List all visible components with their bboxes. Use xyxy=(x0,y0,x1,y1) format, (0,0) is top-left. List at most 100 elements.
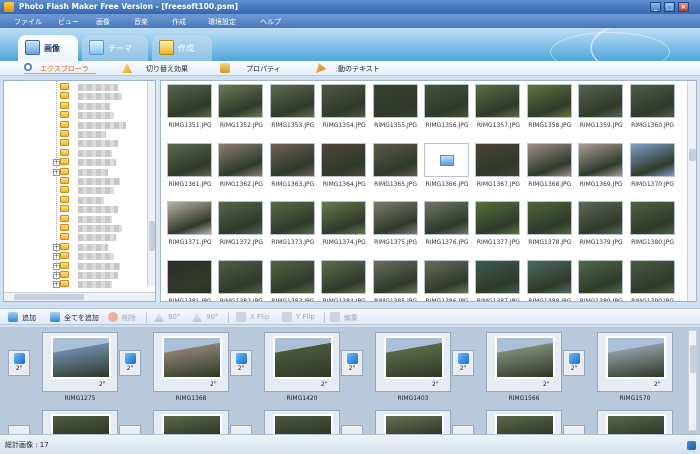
tree-folder-item[interactable] xyxy=(54,101,154,111)
transition-slot[interactable] xyxy=(119,425,141,434)
y-flip-button[interactable]: Y Flip xyxy=(282,312,320,323)
tree-folder-item[interactable] xyxy=(54,224,154,233)
tree-folder-item[interactable]: + xyxy=(53,158,154,167)
tree-folder-item[interactable]: + xyxy=(53,242,154,252)
storyboard-slide[interactable] xyxy=(264,410,340,434)
thumbnail-item[interactable]: RIMG1357.JPG xyxy=(471,82,521,140)
thumbnail-item[interactable]: RIMG1368.JPG xyxy=(523,141,573,199)
thumbnail-item[interactable]: RIMG1352.JPG xyxy=(214,82,264,140)
thumbnail-item[interactable]: RIMG1362.JPG xyxy=(214,141,264,199)
transition-slot[interactable] xyxy=(563,425,585,434)
tab-create[interactable]: 作成 xyxy=(152,35,212,61)
expand-icon[interactable]: + xyxy=(53,168,60,176)
expand-icon[interactable]: + xyxy=(53,243,60,251)
close-button[interactable]: × xyxy=(678,2,689,12)
thumbnail-item[interactable]: RIMG1389.JPG xyxy=(574,258,624,301)
tree-vertical-scrollbar[interactable] xyxy=(147,81,155,286)
transition-slot[interactable]: 2" xyxy=(119,350,141,376)
thumbnail-item[interactable]: RIMG1366.JPG xyxy=(420,141,470,199)
menu-create[interactable]: 作成 xyxy=(172,17,186,27)
tree-folder-item[interactable]: + xyxy=(53,271,154,280)
folder-tree[interactable]: + + + + + + + xyxy=(3,80,156,302)
delete-button[interactable]: 削除 xyxy=(108,312,142,323)
thumbnail-item[interactable]: RIMG1390.JPG xyxy=(626,258,676,301)
thumbnail-item[interactable]: RIMG1360.JPG xyxy=(626,82,676,140)
thumbnail-item[interactable]: RIMG1364.JPG xyxy=(317,141,367,199)
thumbnail-item[interactable]: RIMG1382.JPG xyxy=(214,258,264,301)
tree-folder-item[interactable]: + xyxy=(53,252,154,261)
menu-settings[interactable]: 環境設定 xyxy=(208,17,236,27)
scroll-thumb[interactable] xyxy=(149,221,155,251)
menu-file[interactable]: ファイル xyxy=(14,17,42,27)
transition-slot[interactable] xyxy=(230,425,252,434)
tree-folder-item[interactable]: + xyxy=(53,261,154,271)
storyboard-slide[interactable] xyxy=(597,410,673,434)
tree-folder-item[interactable] xyxy=(54,177,154,186)
expand-icon[interactable]: + xyxy=(53,253,60,261)
thumbnail-item[interactable]: RIMG1361.JPG xyxy=(163,141,213,199)
subtab-explorer[interactable]: エクスプローラ xyxy=(24,63,96,74)
thumbnail-item[interactable]: RIMG1384.JPG xyxy=(317,258,367,301)
thumbnail-item[interactable]: RIMG1379.JPG xyxy=(574,199,624,257)
tree-folder-item[interactable] xyxy=(54,233,154,242)
thumbnail-item[interactable]: RIMG1370.JPG xyxy=(626,141,676,199)
transition-slot[interactable]: 2" xyxy=(8,350,30,376)
thumbnail-item[interactable]: RIMG1387.JPG xyxy=(471,258,521,301)
tab-theme[interactable]: テーマ xyxy=(82,35,148,61)
tree-folder-item[interactable] xyxy=(54,111,154,120)
tree-horizontal-scrollbar[interactable] xyxy=(4,292,155,301)
storyboard-slide[interactable] xyxy=(42,410,118,434)
thumbnail-item[interactable]: RIMG1369.JPG xyxy=(574,141,624,199)
thumbnail-item[interactable]: RIMG1371.JPG xyxy=(163,199,213,257)
storyboard-slide[interactable]: 2" xyxy=(264,332,340,392)
resize-grip-icon[interactable] xyxy=(687,441,696,450)
storyboard-slide[interactable]: 2" xyxy=(153,332,229,392)
menu-image[interactable]: 画像 xyxy=(96,17,110,27)
tree-folder-item[interactable] xyxy=(54,120,154,130)
tree-folder-item[interactable] xyxy=(54,139,154,148)
tree-folder-item[interactable] xyxy=(54,130,154,139)
tree-folder-item[interactable] xyxy=(54,205,154,214)
thumbnail-item[interactable]: RIMG1356.JPG xyxy=(420,82,470,140)
add-all-button[interactable]: 全てを追加 xyxy=(50,312,102,323)
storyboard-slide[interactable] xyxy=(375,410,451,434)
maximize-button[interactable]: □ xyxy=(664,2,675,12)
subtab-text[interactable]: 動のテキスト xyxy=(316,63,396,74)
thumbnail-item[interactable]: RIMG1377.JPG xyxy=(471,199,521,257)
tab-image[interactable]: 画像 xyxy=(18,35,78,61)
thumbnail-item[interactable]: RIMG1373.JPG xyxy=(266,199,316,257)
thumbnail-item[interactable]: RIMG1358.JPG xyxy=(523,82,573,140)
transition-slot[interactable] xyxy=(8,425,30,434)
tree-folder-item[interactable] xyxy=(54,92,154,101)
transition-slot[interactable]: 2" xyxy=(341,350,363,376)
storyboard-slide[interactable]: 2" xyxy=(375,332,451,392)
storyboard-slide[interactable] xyxy=(486,410,562,434)
thumbnail-item[interactable]: RIMG1385.JPG xyxy=(369,258,419,301)
transition-slot[interactable]: 2" xyxy=(563,350,585,376)
rotate-left-button[interactable]: 90° xyxy=(154,312,186,323)
thumbnail-item[interactable]: RIMG1351.JPG xyxy=(163,82,213,140)
tree-folder-item[interactable]: + xyxy=(53,167,154,177)
scroll-thumb[interactable] xyxy=(14,294,84,300)
tree-folder-item[interactable] xyxy=(54,195,154,205)
thumbnail-item[interactable]: RIMG1354.JPG xyxy=(317,82,367,140)
storyboard-slide[interactable]: 2" xyxy=(486,332,562,392)
storyboard-scrollbar[interactable] xyxy=(688,330,697,431)
thumbnail-item[interactable]: RIMG1359.JPG xyxy=(574,82,624,140)
tree-folder-item[interactable] xyxy=(54,186,154,195)
thumbnail-item[interactable]: RIMG1386.JPG xyxy=(420,258,470,301)
expand-icon[interactable]: + xyxy=(53,262,60,270)
subtab-properties[interactable]: プロパティ xyxy=(220,63,290,74)
tree-folder-item[interactable]: + xyxy=(53,280,154,289)
thumbnail-item[interactable]: RIMG1355.JPG xyxy=(369,82,419,140)
tree-folder-item[interactable] xyxy=(54,148,154,158)
scroll-thumb[interactable] xyxy=(689,149,696,161)
scroll-thumb[interactable] xyxy=(690,345,696,373)
transition-slot[interactable] xyxy=(452,425,474,434)
subtab-transition[interactable]: 切り替え効果 xyxy=(122,63,202,74)
thumbnail-item[interactable]: RIMG1353.JPG xyxy=(266,82,316,140)
thumbnail-item[interactable]: RIMG1363.JPG xyxy=(266,141,316,199)
storyboard-panel[interactable]: 2" 2" RIMG1275 2" 2" RIMG1368 2" 2" RIMG1420 2" 2"… xyxy=(0,327,700,434)
thumbnail-item[interactable]: RIMG1365.JPG xyxy=(369,141,419,199)
thumbnail-item[interactable]: RIMG1381.JPG xyxy=(163,258,213,301)
